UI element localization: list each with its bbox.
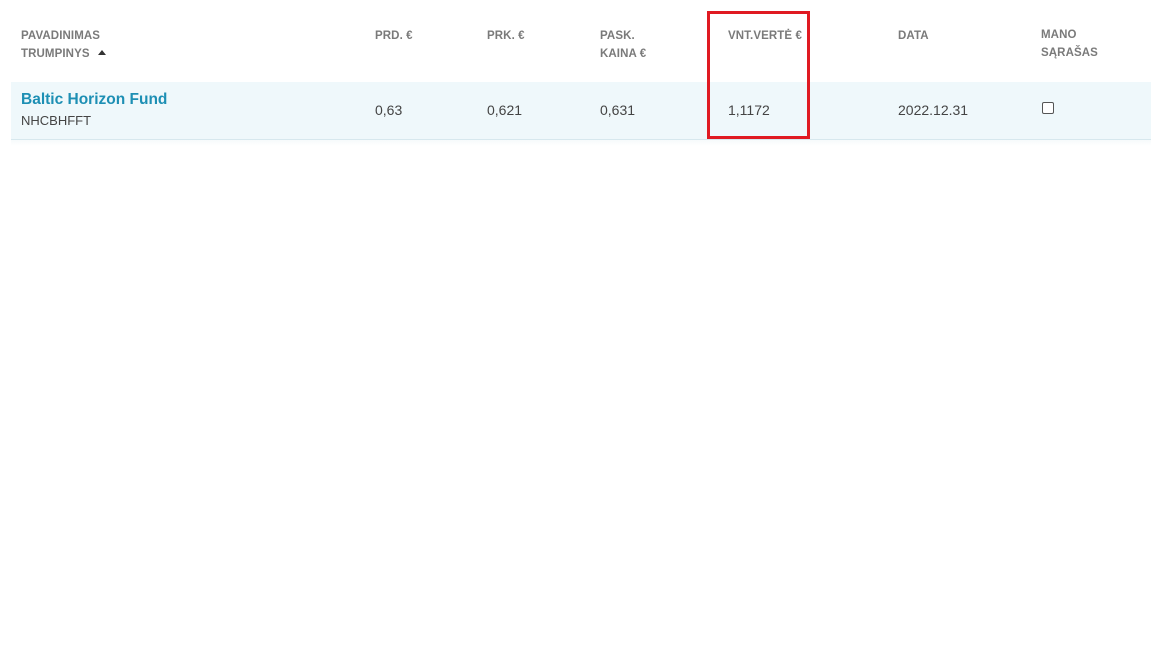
header-my-list-line2: SĄRAŠAS [1041,47,1098,59]
header-nav[interactable]: VNT.VERTĖ € [728,27,802,45]
fund-name-link[interactable]: Baltic Horizon Fund [21,91,167,109]
row-shadow [11,140,1151,146]
table-row: Baltic Horizon Fund NHCBHFFT 0,63 0,621 … [11,82,1151,140]
header-date[interactable]: DATA [898,27,929,45]
header-name-label: PAVADINIMAS [21,30,101,42]
cell-sell: 0,63 [375,102,403,118]
header-my-list-line1: MANO [1041,29,1077,41]
sort-up-triangle-icon[interactable] [97,50,106,55]
header-last-line1: PASK. [600,30,635,42]
cell-nav: 1,1172 [728,102,770,118]
header-last[interactable]: PASK. KAINA € [600,27,646,63]
header-last-line2: KAINA € [600,48,647,60]
cell-last: 0,631 [600,102,636,118]
header-my-list: MANO SĄRAŠAS [1041,26,1098,62]
header-name[interactable]: PAVADINIMAS TRUMPINYS [21,27,106,63]
table-header: PAVADINIMAS TRUMPINYS PRD. € PRK. € PASK… [11,0,1151,82]
header-sell[interactable]: PRD. € [375,27,413,45]
header-buy[interactable]: PRK. € [487,27,525,45]
fund-code: NHCBHFFT [21,113,92,128]
header-code-label: TRUMPINYS [21,48,90,60]
cell-date: 2022.12.31 [898,102,969,118]
cell-buy: 0,621 [487,102,523,118]
funds-table: PAVADINIMAS TRUMPINYS PRD. € PRK. € PASK… [11,0,1151,146]
my-list-checkbox[interactable] [1042,102,1054,114]
